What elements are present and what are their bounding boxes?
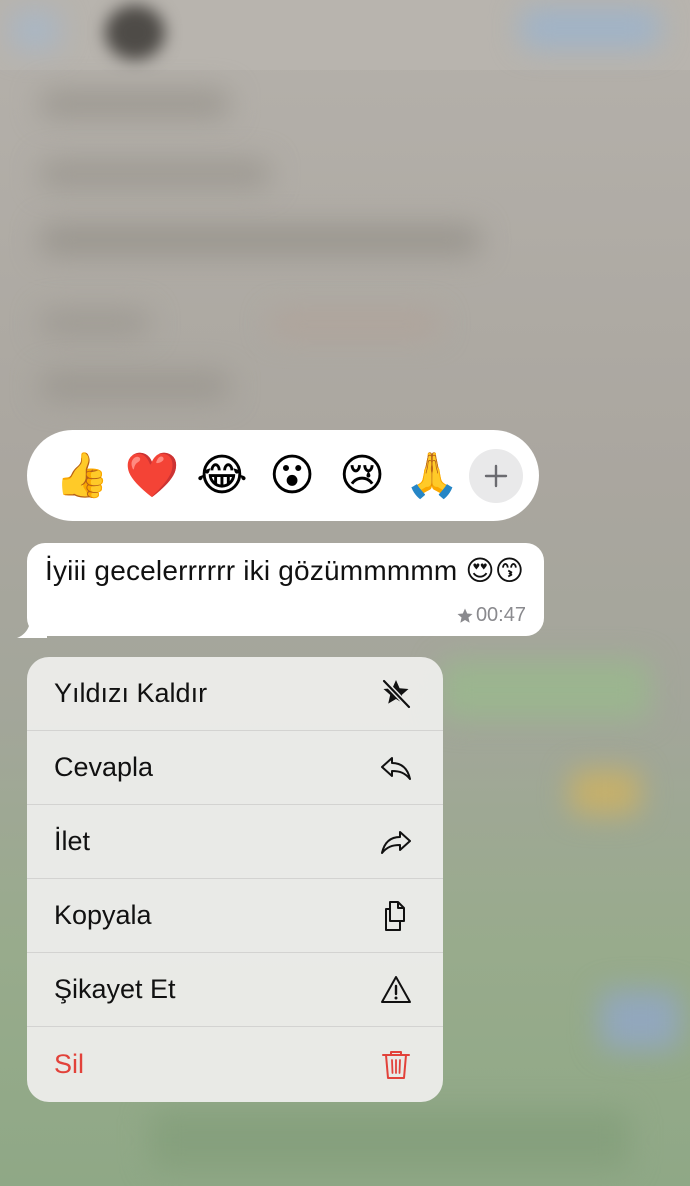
- message-time: 00:47: [475, 604, 526, 626]
- blurred-message: [40, 372, 230, 400]
- message-meta: 00:47: [456, 604, 526, 627]
- star-icon: [457, 608, 473, 623]
- reaction-pray[interactable]: 🙏: [397, 441, 467, 511]
- blurred-message: [150, 1110, 630, 1170]
- menu-item-unstar[interactable]: Yıldızı Kaldır: [27, 657, 443, 731]
- blurred-message: [40, 160, 270, 188]
- message-context-menu: Yıldızı Kaldır Cevapla İlet Kopyala Şika…: [27, 657, 443, 1102]
- blurred-header-action: [520, 8, 660, 48]
- blurred-message: [570, 770, 640, 815]
- unstar-icon: [379, 677, 413, 711]
- blurred-message: [600, 990, 680, 1050]
- blurred-back-button: [10, 10, 60, 50]
- blurred-message: [40, 90, 230, 118]
- more-reactions-button[interactable]: [469, 448, 523, 503]
- menu-item-copy[interactable]: Kopyala: [27, 879, 443, 953]
- reaction-heart[interactable]: ❤️: [117, 441, 187, 511]
- menu-item-label: Sil: [54, 1048, 85, 1079]
- reply-icon: [379, 751, 413, 785]
- reaction-laughing[interactable]: 😂: [187, 441, 257, 511]
- forward-icon: [379, 825, 413, 859]
- menu-item-label: Cevapla: [54, 752, 154, 782]
- copy-icon: [379, 899, 413, 933]
- menu-item-report[interactable]: Şikayet Et: [27, 953, 443, 1027]
- plus-icon: [484, 464, 508, 487]
- blurred-avatar: [105, 5, 165, 60]
- menu-item-delete[interactable]: Sil: [27, 1027, 443, 1101]
- menu-item-label: Yıldızı Kaldır: [54, 678, 208, 708]
- blurred-message: [270, 312, 440, 336]
- menu-item-label: Şikayet Et: [54, 974, 176, 1004]
- menu-item-label: Kopyala: [54, 900, 152, 930]
- blurred-message: [40, 310, 150, 336]
- menu-item-reply[interactable]: Cevapla: [27, 731, 443, 805]
- warning-icon: [379, 973, 413, 1007]
- blurred-message: [440, 660, 650, 720]
- blurred-message: [40, 225, 480, 255]
- trash-icon: [379, 1047, 413, 1081]
- reaction-bar: 👍 ❤️ 😂 😮 😢 🙏: [27, 430, 539, 521]
- menu-item-label: İlet: [54, 826, 91, 856]
- message-text: İyiii gecelerrrrrr iki gözümmmmm 😍😙: [45, 555, 525, 586]
- reaction-crying[interactable]: 😢: [327, 441, 397, 511]
- reaction-surprised[interactable]: 😮: [257, 441, 327, 511]
- message-bubble[interactable]: İyiii gecelerrrrrr iki gözümmmmm 😍😙 00:4…: [27, 543, 544, 636]
- reaction-thumbs-up[interactable]: 👍: [47, 441, 117, 511]
- menu-item-forward[interactable]: İlet: [27, 805, 443, 879]
